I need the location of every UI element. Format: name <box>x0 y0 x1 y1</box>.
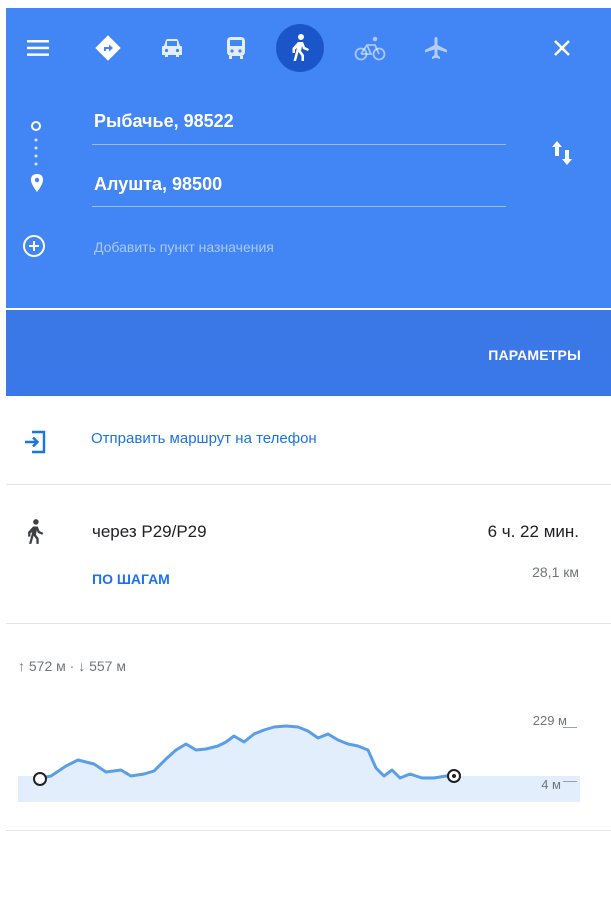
elevation-profile: ↑ 572 м · ↓ 557 м 229 м 4 м <box>6 624 611 831</box>
driving-icon[interactable] <box>90 30 126 66</box>
car-icon[interactable] <box>154 30 190 66</box>
transit-icon[interactable] <box>218 30 254 66</box>
directions-panel: Рыбачье, 98522 Алушта, 98500 Добавить пу… <box>6 8 611 914</box>
elevation-chart <box>18 724 580 802</box>
route-dots <box>34 138 38 177</box>
step-by-step-button[interactable]: ПО ШАГАМ <box>92 571 170 587</box>
walking-icon[interactable] <box>276 24 324 72</box>
route-distance: 28,1 км <box>532 564 579 580</box>
elevation-min-label: 4 м <box>541 777 561 792</box>
start-marker <box>33 772 47 786</box>
walking-route-icon <box>24 518 46 551</box>
destination-field[interactable]: Алушта, 98500 <box>94 174 222 195</box>
elevation-area <box>36 726 458 802</box>
route-option[interactable]: через Р29/Р29 6 ч. 22 мин. 28,1 км ПО ША… <box>6 485 611 624</box>
add-destination-icon[interactable] <box>22 234 46 263</box>
settings-bar: ПАРАМЕТРЫ <box>6 310 611 396</box>
origin-underline <box>92 144 506 145</box>
send-to-phone-icon <box>24 430 46 459</box>
elevation-min-tick <box>563 781 577 782</box>
end-marker-dot <box>452 774 456 778</box>
destination-underline <box>92 206 506 207</box>
send-to-phone-row[interactable]: Отправить маршрут на телефон <box>6 396 611 485</box>
add-destination-input[interactable]: Добавить пункт назначения <box>94 239 274 255</box>
elevation-max-tick <box>563 727 577 728</box>
menu-icon[interactable] <box>20 30 56 66</box>
close-icon[interactable] <box>544 30 580 66</box>
route-via: через Р29/Р29 <box>92 522 207 541</box>
origin-field[interactable]: Рыбачье, 98522 <box>94 111 234 132</box>
elevation-max-label: 229 м <box>532 713 567 728</box>
destination-pin-icon <box>31 174 43 197</box>
origin-marker-icon <box>30 119 42 137</box>
flight-icon[interactable] <box>418 30 454 66</box>
route-duration: 6 ч. 22 мин. <box>487 522 579 541</box>
cycling-icon[interactable] <box>352 30 388 66</box>
directions-header: Рыбачье, 98522 Алушта, 98500 Добавить пу… <box>6 8 611 308</box>
send-to-phone-link[interactable]: Отправить маршрут на телефон <box>91 430 317 447</box>
swap-icon[interactable] <box>551 140 573 171</box>
settings-button[interactable]: ПАРАМЕТРЫ <box>488 347 581 363</box>
